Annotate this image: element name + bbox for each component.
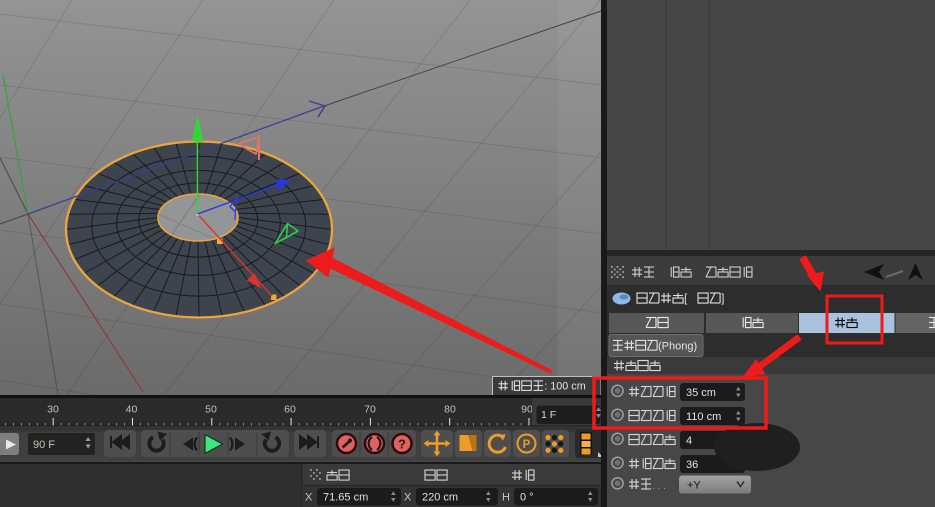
svg-text:(Phong): (Phong) bbox=[658, 340, 697, 352]
svg-text:30: 30 bbox=[47, 404, 59, 416]
svg-text:]: ] bbox=[721, 291, 724, 305]
svg-text:220 cm: 220 cm bbox=[422, 492, 458, 504]
svg-text:80: 80 bbox=[444, 404, 456, 416]
svg-text:50: 50 bbox=[205, 404, 217, 416]
svg-text:1 F: 1 F bbox=[541, 409, 556, 421]
svg-text:70: 70 bbox=[364, 404, 376, 416]
svg-text:?: ? bbox=[398, 438, 406, 452]
svg-text:90: 90 bbox=[521, 404, 533, 416]
svg-text:71.65 cm: 71.65 cm bbox=[323, 492, 368, 504]
svg-text:110 cm: 110 cm bbox=[686, 411, 721, 423]
svg-text:40: 40 bbox=[126, 404, 138, 416]
svg-text:36: 36 bbox=[686, 459, 698, 471]
svg-text:60: 60 bbox=[284, 404, 296, 416]
svg-text:P: P bbox=[523, 439, 531, 451]
svg-text:X: X bbox=[305, 492, 313, 504]
svg-text:X: X bbox=[404, 492, 412, 504]
svg-text:35 cm: 35 cm bbox=[686, 387, 716, 399]
svg-text:. . .: . . . bbox=[652, 481, 666, 492]
svg-text:4: 4 bbox=[686, 435, 692, 447]
svg-text:90 F: 90 F bbox=[33, 439, 55, 451]
svg-text:H: H bbox=[502, 492, 510, 504]
svg-text:0 °: 0 ° bbox=[520, 492, 534, 504]
svg-text:+Y: +Y bbox=[687, 480, 701, 492]
svg-text:: 100 cm: : 100 cm bbox=[544, 381, 585, 393]
